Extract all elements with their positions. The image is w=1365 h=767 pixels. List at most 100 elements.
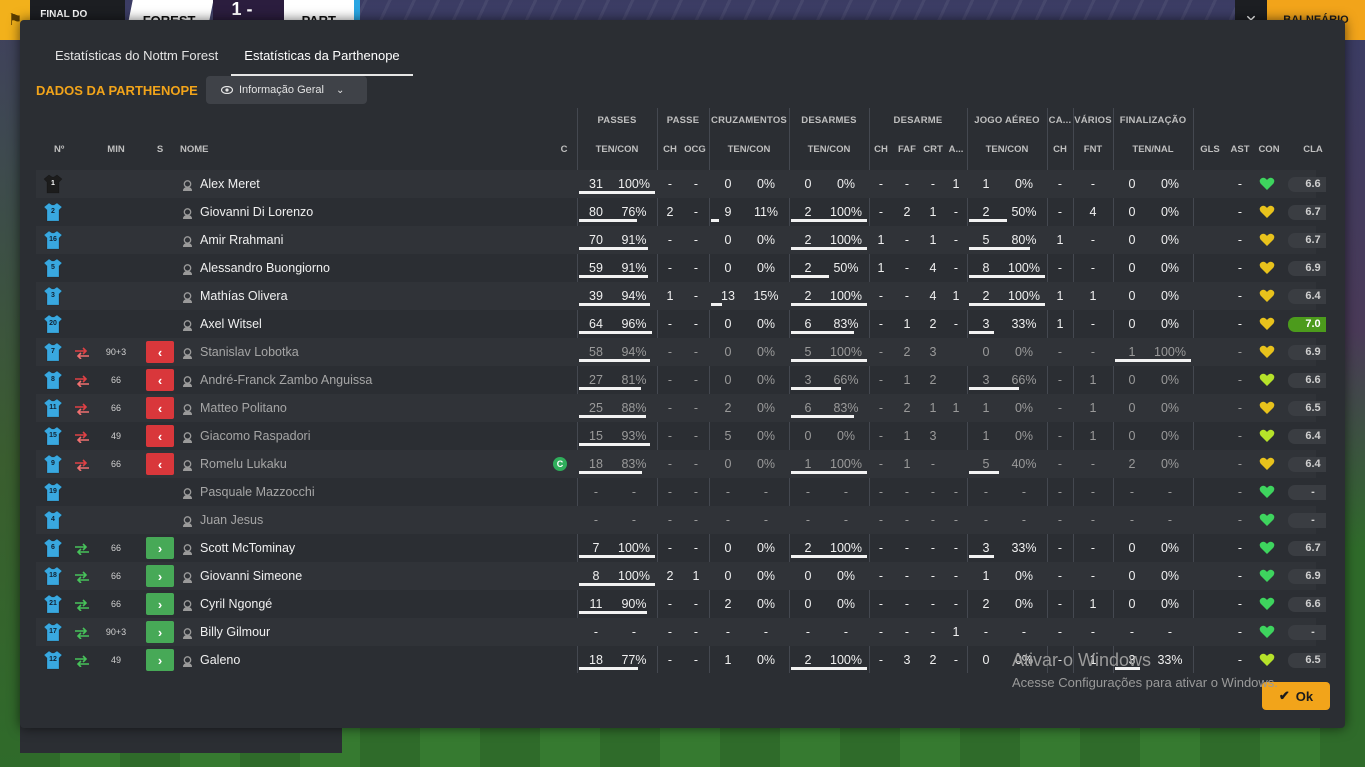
col-header-passe-ch[interactable]: CH xyxy=(661,144,679,155)
tab-away-team-stats[interactable]: Estatísticas da Parthenope xyxy=(231,40,413,76)
tackles-attempts: - xyxy=(805,625,811,639)
fnt: - xyxy=(1090,513,1096,527)
table-row[interactable]: 20 Axel Witsel 64 96% - -0 0% 6 83% -1 2-3 33% 1-0 0%… xyxy=(36,310,1326,338)
col-header-desarme-crt[interactable]: CRT xyxy=(921,144,945,155)
player-rating: 6.9 xyxy=(1288,569,1326,584)
table-row[interactable]: 11 66 ‹ Matteo Politano 25 88% - -2 0% 6 83% -2 1 1 1 0… xyxy=(36,394,1326,422)
shirt-icon: 4 xyxy=(43,510,63,530)
substituted-off-button[interactable]: ‹ xyxy=(146,425,174,447)
group-label-desarme: DESARME xyxy=(893,115,943,126)
desarme-crt: - xyxy=(930,541,936,555)
assists: - xyxy=(1237,625,1243,639)
player-icon xyxy=(182,542,193,555)
col-header-ca-ch[interactable]: CH xyxy=(1047,144,1073,155)
player-name[interactable]: Giacomo Raspadori xyxy=(200,422,310,450)
table-row[interactable]: 6 66 › Scott McTominay 7 100% - -0 0% 2 100% - - - -3 3… xyxy=(36,534,1326,562)
table-row[interactable]: 8 66 ‹ André-Franck Zambo Anguissa 27 81% - -0 0… xyxy=(36,366,1326,394)
player-name[interactable]: Juan Jesus xyxy=(200,506,263,534)
table-row[interactable]: 3 Mathías Olivera 39 94% 1-13 15% 2 100% - -4 1 2 10… xyxy=(36,282,1326,310)
substituted-on-button[interactable]: › xyxy=(146,537,174,559)
substituted-on-button[interactable]: › xyxy=(146,593,174,615)
player-name[interactable]: Giovanni Di Lorenzo xyxy=(200,198,313,226)
col-header-desarme-a[interactable]: A... xyxy=(946,144,966,155)
col-header-name[interactable]: NOME xyxy=(180,144,240,155)
shirt-number: 8 xyxy=(51,376,55,383)
table-row[interactable]: 19 Pasquale Mazzocchi - - - - - - - - - - - - - - - - - - - - xyxy=(36,478,1326,506)
desarme-faf: - xyxy=(904,261,910,275)
player-name[interactable]: André-Franck Zambo Anguissa xyxy=(200,366,372,394)
player-name[interactable]: Scott McTominay xyxy=(200,534,295,562)
col-header-sub[interactable]: S xyxy=(152,144,168,155)
col-header-aereo-ten[interactable]: TEN/CON xyxy=(967,144,1047,155)
col-header-fnt[interactable]: FNT xyxy=(1073,144,1113,155)
desarme-ch: - xyxy=(878,569,884,583)
col-header-captain[interactable]: C xyxy=(556,144,572,155)
player-name[interactable]: Galeno xyxy=(200,646,240,673)
col-header-desarme-faf[interactable]: FAF xyxy=(895,144,919,155)
col-header-ast[interactable]: AST xyxy=(1228,144,1252,155)
table-row[interactable]: 18 66 › Giovanni Simeone 8 100% 2 1 0 0% 0 0% - - - -1 0… xyxy=(36,562,1326,590)
shots-attempts: - xyxy=(1129,513,1135,527)
player-name[interactable]: Pasquale Mazzocchi xyxy=(200,478,315,506)
goals xyxy=(1196,506,1224,534)
table-row[interactable]: 1 Alex Meret 31 100% - -0 0% 0 0% - - -1 1 0% - -0 0% -6.… xyxy=(36,170,1326,198)
desarme-crt: - xyxy=(930,513,936,527)
substituted-on-button[interactable]: › xyxy=(146,565,174,587)
player-name[interactable]: Alex Meret xyxy=(200,170,260,198)
condition-heart-icon xyxy=(1259,317,1275,331)
col-header-desarme-ch[interactable]: CH xyxy=(872,144,890,155)
player-name[interactable]: Giovanni Simeone xyxy=(200,562,302,590)
table-row[interactable]: 17 90+3 › Billy Gilmour - - - - - - - - - - - 1 - - - - - - - - xyxy=(36,618,1326,646)
col-header-passe-ocg[interactable]: OCG xyxy=(682,144,708,155)
player-name[interactable]: Romelu Lukaku xyxy=(200,450,287,478)
player-name[interactable]: Billy Gilmour xyxy=(200,618,270,646)
substituted-off-button[interactable]: ‹ xyxy=(146,397,174,419)
col-header-passes-ten[interactable]: TEN/CON xyxy=(577,144,657,155)
table-row[interactable]: 5 Alessandro Buongiorno 59 91% - -0 0% 2 50% 1-4-… xyxy=(36,254,1326,282)
desarme-ch: - xyxy=(878,485,884,499)
passe-ocg: - xyxy=(693,261,699,275)
player-name[interactable]: Stanislav Lobotka xyxy=(200,338,299,366)
col-header-fin-ten[interactable]: TEN/NAL xyxy=(1113,144,1193,155)
col-header-desarmes-ten[interactable]: TEN/CON xyxy=(789,144,869,155)
col-header-con[interactable]: CON xyxy=(1254,144,1284,155)
col-header-cla[interactable]: CLA xyxy=(1298,144,1326,155)
passe-ocg: - xyxy=(693,373,699,387)
col-header-minute[interactable]: MIN xyxy=(98,144,134,155)
table-row[interactable]: 16 Amir Rrahmani 70 91% - -0 0% 2 100% 1-1-5 80% 1-… xyxy=(36,226,1326,254)
substituted-off-button[interactable]: ‹ xyxy=(146,341,174,363)
table-row[interactable]: 9 66 ‹ Romelu Lukaku C 18 83% - -0 0% 1 100% -1-5 40%… xyxy=(36,450,1326,478)
substituted-on-button[interactable]: › xyxy=(146,649,174,671)
col-header-gls[interactable]: GLS xyxy=(1196,144,1224,155)
aerial-bar xyxy=(969,471,999,474)
substituted-off-button[interactable]: ‹ xyxy=(146,453,174,475)
table-row[interactable]: 7 90+3 ‹ Stanislav Lobotka 58 94% - -0 0% 5 100% -2… xyxy=(36,338,1326,366)
player-name[interactable]: Matteo Politano xyxy=(200,394,287,422)
player-name[interactable]: Cyril Ngongé xyxy=(200,590,272,618)
substitution-arrows-icon xyxy=(74,430,90,444)
crosses-attempts: 0 xyxy=(724,373,732,387)
tab-home-team-stats[interactable]: Estatísticas do Nottm Forest xyxy=(42,40,231,76)
table-row[interactable]: 15 49 ‹ Giacomo Raspadori 15 93% - -5 0% 0 0% -1 3 1 0… xyxy=(36,422,1326,450)
desarme-crt: - xyxy=(930,177,936,191)
player-name[interactable]: Amir Rrahmani xyxy=(200,226,283,254)
shirt-icon: 5 xyxy=(43,258,63,278)
player-name[interactable]: Alessandro Buongiorno xyxy=(200,254,330,282)
fnt: - xyxy=(1090,233,1096,247)
substituted-off-button[interactable]: ‹ xyxy=(146,369,174,391)
shots-percent: - xyxy=(1167,513,1173,527)
player-name[interactable]: Mathías Olivera xyxy=(200,282,288,310)
col-header-number[interactable]: Nº xyxy=(54,144,78,155)
goals xyxy=(1196,226,1224,254)
col-header-cruz-ten[interactable]: TEN/CON xyxy=(709,144,789,155)
aerial-percent: 0% xyxy=(1014,569,1034,583)
view-dropdown[interactable]: Informação Geral ⌄ xyxy=(206,76,367,104)
table-row[interactable]: 2 Giovanni Di Lorenzo 80 76% 2-9 11% 2 100% -2 1-… xyxy=(36,198,1326,226)
desarme-a: - xyxy=(953,205,959,219)
table-row[interactable]: 4 Juan Jesus - - - - - - - - - - - - - - - - - - - - xyxy=(36,506,1326,534)
table-row[interactable]: 21 66 › Cyril Ngongé 11 90% - -2 0% 0 0% - - - -2 0% -1 0… xyxy=(36,590,1326,618)
shots-attempts: 2 xyxy=(1128,457,1136,471)
player-name[interactable]: Axel Witsel xyxy=(200,310,262,338)
substituted-on-button[interactable]: › xyxy=(146,621,174,643)
aerial-percent: 33% xyxy=(1011,541,1037,555)
